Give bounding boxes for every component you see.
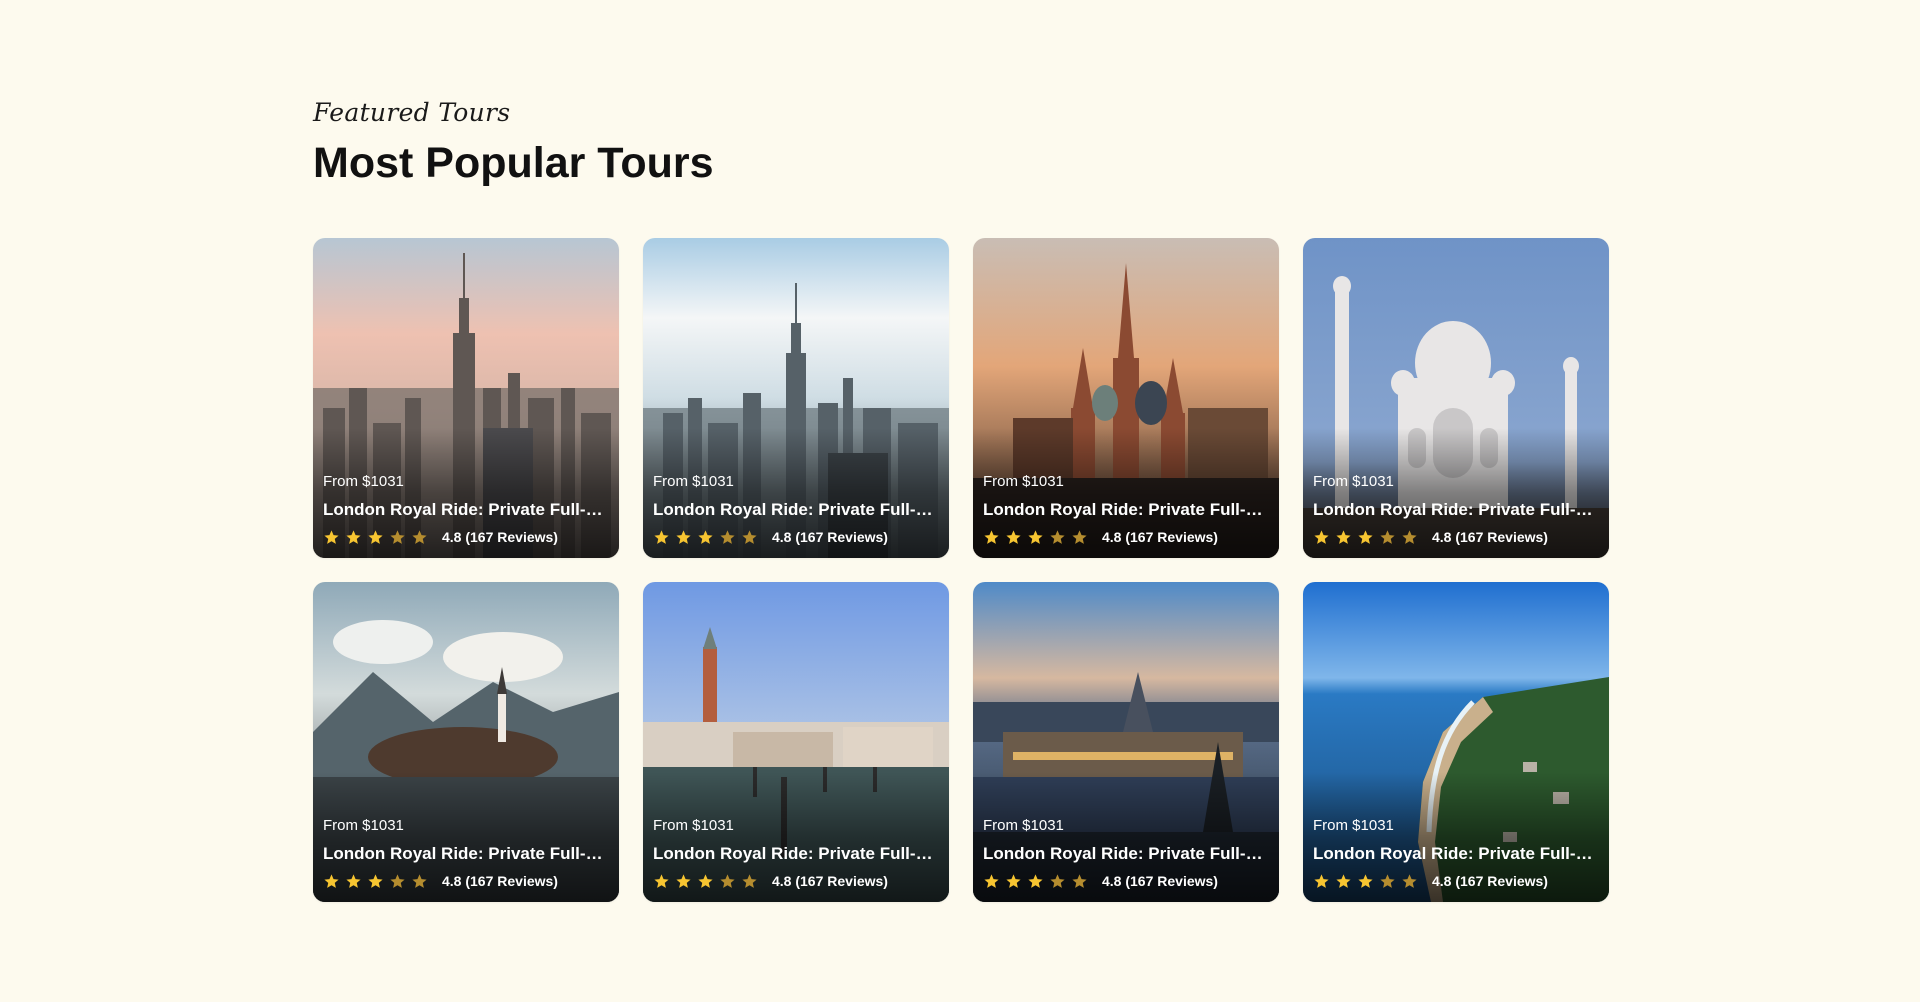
tour-rating: 4.8 (167 Reviews): [983, 872, 1269, 890]
section-kicker: Featured Tours: [313, 98, 511, 127]
star-filled-icon: [1314, 873, 1329, 888]
tour-price: From $1031: [323, 473, 404, 490]
tour-rating: 4.8 (167 Reviews): [653, 528, 939, 546]
rating-text: 4.8 (167 Reviews): [442, 873, 558, 889]
tour-card[interactable]: From $1031 London Royal Ride: Private Fu…: [643, 238, 949, 558]
tour-rating: 4.8 (167 Reviews): [323, 528, 609, 546]
star-filled-icon: [654, 529, 669, 544]
star-rating: [653, 529, 758, 546]
star-filled-icon: [1358, 529, 1373, 544]
tour-card[interactable]: From $1031 London Royal Ride: Private Fu…: [1303, 582, 1609, 902]
tour-price: From $1031: [653, 473, 734, 490]
tour-card[interactable]: From $1031 London Royal Ride: Private Fu…: [313, 238, 619, 558]
tour-card[interactable]: From $1031 London Royal Ride: Private Fu…: [973, 238, 1279, 558]
tour-title[interactable]: London Royal Ride: Private Full-Day Tour: [983, 844, 1269, 864]
star-empty-icon: [1402, 529, 1417, 544]
tour-price: From $1031: [983, 473, 1064, 490]
star-rating: [983, 873, 1088, 890]
star-filled-icon: [1336, 529, 1351, 544]
star-filled-icon: [1358, 873, 1373, 888]
section-heading: Most Popular Tours: [313, 139, 714, 187]
tour-price: From $1031: [323, 817, 404, 834]
rating-text: 4.8 (167 Reviews): [1432, 873, 1548, 889]
star-filled-icon: [984, 529, 999, 544]
star-filled-icon: [324, 529, 339, 544]
star-filled-icon: [1028, 529, 1043, 544]
tour-title[interactable]: London Royal Ride: Private Full-Day Tour: [1313, 844, 1599, 864]
star-filled-icon: [324, 873, 339, 888]
star-empty-icon: [720, 529, 735, 544]
star-filled-icon: [676, 529, 691, 544]
star-filled-icon: [698, 529, 713, 544]
star-filled-icon: [1028, 873, 1043, 888]
star-empty-icon: [390, 873, 405, 888]
tour-title[interactable]: London Royal Ride: Private Full-Day Tour: [323, 844, 609, 864]
star-rating: [1313, 873, 1418, 890]
star-empty-icon: [1072, 873, 1087, 888]
star-empty-icon: [1050, 873, 1065, 888]
tour-title[interactable]: London Royal Ride: Private Full-Day Tour: [653, 844, 939, 864]
star-rating: [323, 529, 428, 546]
tour-rating: 4.8 (167 Reviews): [983, 528, 1269, 546]
star-filled-icon: [654, 873, 669, 888]
tour-title[interactable]: London Royal Ride: Private Full-Day Tour: [1313, 500, 1599, 520]
tour-title[interactable]: London Royal Ride: Private Full-Day Tour: [983, 500, 1269, 520]
star-empty-icon: [1380, 529, 1395, 544]
tour-price: From $1031: [1313, 473, 1394, 490]
tour-card[interactable]: From $1031 London Royal Ride: Private Fu…: [313, 582, 619, 902]
star-filled-icon: [346, 529, 361, 544]
tour-grid: From $1031 London Royal Ride: Private Fu…: [313, 238, 1609, 902]
star-empty-icon: [412, 529, 427, 544]
tour-price: From $1031: [653, 817, 734, 834]
star-empty-icon: [1380, 873, 1395, 888]
star-filled-icon: [368, 873, 383, 888]
tour-title[interactable]: London Royal Ride: Private Full-Day Tour: [653, 500, 939, 520]
star-filled-icon: [1006, 529, 1021, 544]
star-empty-icon: [742, 529, 757, 544]
star-filled-icon: [346, 873, 361, 888]
star-empty-icon: [1050, 529, 1065, 544]
featured-tours-section: Featured Tours Most Popular Tours From $…: [313, 96, 1609, 902]
star-rating: [653, 873, 758, 890]
tour-price: From $1031: [983, 817, 1064, 834]
rating-text: 4.8 (167 Reviews): [1102, 529, 1218, 545]
star-filled-icon: [698, 873, 713, 888]
tour-rating: 4.8 (167 Reviews): [653, 872, 939, 890]
star-filled-icon: [368, 529, 383, 544]
tour-rating: 4.8 (167 Reviews): [1313, 528, 1599, 546]
tour-rating: 4.8 (167 Reviews): [323, 872, 609, 890]
rating-text: 4.8 (167 Reviews): [772, 873, 888, 889]
star-filled-icon: [984, 873, 999, 888]
rating-text: 4.8 (167 Reviews): [442, 529, 558, 545]
tour-card[interactable]: From $1031 London Royal Ride: Private Fu…: [973, 582, 1279, 902]
star-filled-icon: [676, 873, 691, 888]
rating-text: 4.8 (167 Reviews): [1432, 529, 1548, 545]
tour-title[interactable]: London Royal Ride: Private Full-Day Tour: [323, 500, 609, 520]
star-empty-icon: [412, 873, 427, 888]
star-empty-icon: [390, 529, 405, 544]
star-filled-icon: [1314, 529, 1329, 544]
star-empty-icon: [720, 873, 735, 888]
star-empty-icon: [1402, 873, 1417, 888]
star-empty-icon: [1072, 529, 1087, 544]
star-filled-icon: [1336, 873, 1351, 888]
tour-card[interactable]: From $1031 London Royal Ride: Private Fu…: [643, 582, 949, 902]
tour-card[interactable]: From $1031 London Royal Ride: Private Fu…: [1303, 238, 1609, 558]
tour-price: From $1031: [1313, 817, 1394, 834]
tour-rating: 4.8 (167 Reviews): [1313, 872, 1599, 890]
rating-text: 4.8 (167 Reviews): [772, 529, 888, 545]
star-rating: [1313, 529, 1418, 546]
star-empty-icon: [742, 873, 757, 888]
star-filled-icon: [1006, 873, 1021, 888]
star-rating: [323, 873, 428, 890]
rating-text: 4.8 (167 Reviews): [1102, 873, 1218, 889]
star-rating: [983, 529, 1088, 546]
